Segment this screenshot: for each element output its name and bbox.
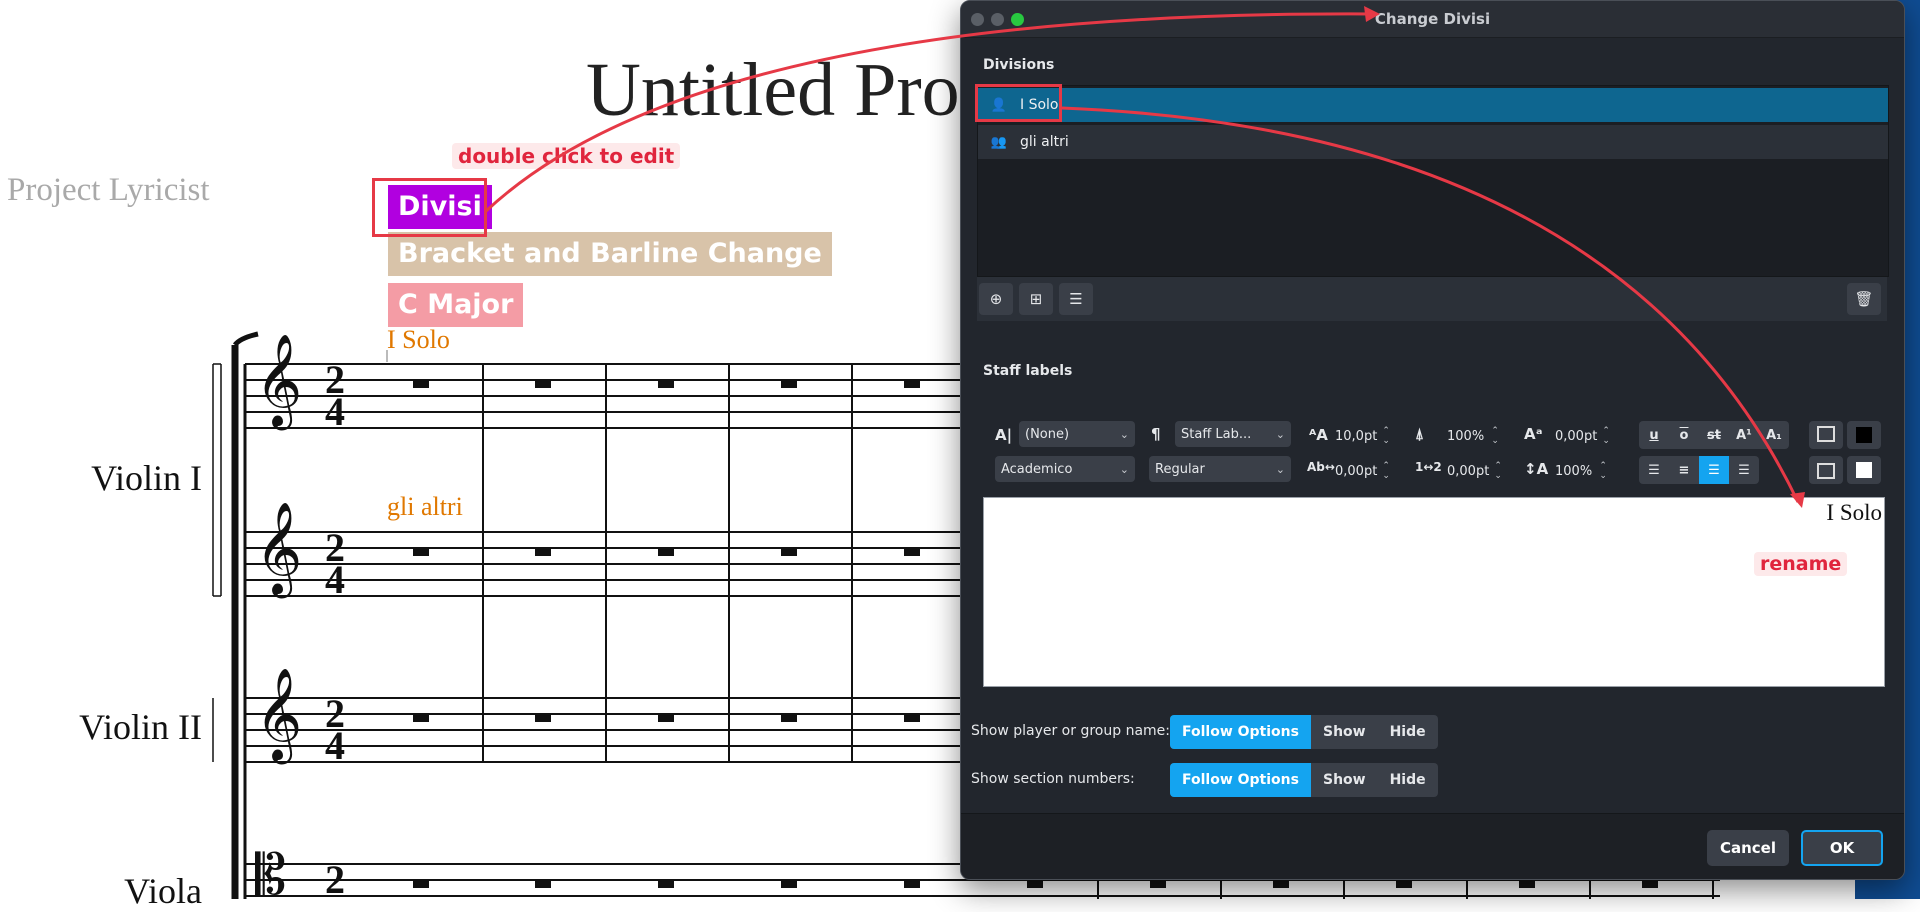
divisions-list: 👤 I Solo 👥 gli altri xyxy=(977,85,1889,277)
font-width-stepper[interactable]: 100% ⌃ ⌄ xyxy=(1447,423,1503,449)
stepper-arrows-icon: ⌃ ⌄ xyxy=(1382,426,1390,446)
delete-division-button[interactable]: 🗑 xyxy=(1847,283,1881,315)
ok-button[interactable]: OK xyxy=(1801,830,1883,866)
division-row-gli-altri[interactable]: 👥 gli altri xyxy=(978,125,1888,159)
show-player-name-label: Show player or group name: xyxy=(971,723,1170,739)
stepper-arrows-icon: ⌃ ⌄ xyxy=(1602,426,1610,446)
alto-clef-icon: 𝄡 xyxy=(255,843,287,908)
show-player-name-toggle: Follow Options Show Hide xyxy=(1170,715,1438,749)
staff-label-editor[interactable]: I Solo xyxy=(983,497,1885,687)
edit-list-button[interactable]: ☰ xyxy=(1059,283,1093,315)
tracking-icon: Ab↔ xyxy=(1307,460,1335,474)
font-width-icon: ⍋ xyxy=(1415,425,1425,443)
divisions-toolbar: ⊕ ⊞ ☰ 🗑 xyxy=(977,277,1887,321)
people-icon: 👥 xyxy=(990,134,1008,150)
cancel-button[interactable]: Cancel xyxy=(1707,830,1789,866)
strikethrough-button[interactable]: st xyxy=(1699,421,1729,449)
show-section-numbers-label: Show section numbers: xyxy=(971,771,1135,787)
chevron-down-icon: ⌄ xyxy=(1119,462,1129,476)
background-color-swatch[interactable] xyxy=(1847,456,1881,484)
follow-options-button[interactable]: Follow Options xyxy=(1170,763,1311,797)
justify-button[interactable]: ☰ xyxy=(1729,456,1759,484)
time-signature: 24 xyxy=(325,357,345,434)
hide-button[interactable]: Hide xyxy=(1378,763,1438,797)
text-color-button[interactable] xyxy=(1809,421,1843,449)
division-name: gli altri xyxy=(1020,134,1069,150)
chevron-down-icon: ⌄ xyxy=(1275,427,1285,441)
overline-button[interactable]: o xyxy=(1669,421,1699,449)
add-group-button[interactable]: ⊞ xyxy=(1019,283,1053,315)
background-color-button[interactable] xyxy=(1809,456,1843,484)
font-size-icon: ᴬA xyxy=(1309,426,1328,444)
hide-button[interactable]: Hide xyxy=(1378,715,1438,749)
trash-icon: 🗑 xyxy=(1854,290,1874,308)
time-signature: 24 xyxy=(325,691,345,768)
time-signature: 2 xyxy=(325,857,345,902)
dialog-titlebar: Change Divisi xyxy=(961,1,1904,38)
treble-clef-icon: 𝄞 xyxy=(255,667,303,760)
text-decoration-buttons: u o st A¹ A₁ xyxy=(1639,421,1789,449)
dialog-footer: Cancel OK xyxy=(961,813,1904,879)
treble-clef-icon: 𝄞 xyxy=(255,333,303,426)
underline-button[interactable]: u xyxy=(1639,421,1669,449)
add-group-icon: ⊞ xyxy=(1029,290,1043,308)
black-color-swatch xyxy=(1856,427,1872,443)
staff-label-text: I Solo xyxy=(1826,500,1882,525)
font-height-icon: ↕A xyxy=(1524,460,1549,478)
text-color-swatch[interactable] xyxy=(1847,421,1881,449)
align-left-button[interactable]: ☰ xyxy=(1639,456,1669,484)
baseline-shift-icon: Aᵃ xyxy=(1524,425,1543,443)
dialog-title: Change Divisi xyxy=(1374,10,1491,28)
stepper-arrows-icon: ⌃ ⌄ xyxy=(1491,426,1499,446)
formatting-row-1: A| (None) ⌄ ¶ Staff Lab... ⌄ ᴬA 10,0pt ⌃ ⌄ ⍋… xyxy=(961,421,1904,451)
list-icon: ☰ xyxy=(1069,290,1083,308)
character-style-select[interactable]: (None) ⌄ xyxy=(1019,421,1135,447)
white-color-swatch xyxy=(1856,462,1872,478)
staff-labels-heading: Staff labels xyxy=(983,363,1073,379)
formatting-row-2: Academico ⌄ Regular ⌄ Ab↔ 0,00pt ⌃ ⌄ 1↔2 0,0… xyxy=(961,456,1904,486)
divisions-heading: Divisions xyxy=(983,57,1055,73)
stepper-arrows-icon: ⌃ ⌄ xyxy=(1494,461,1502,481)
font-family-select[interactable]: Academico ⌄ xyxy=(995,456,1135,482)
font-size-stepper[interactable]: 10,0pt ⌃ ⌄ xyxy=(1335,423,1391,449)
show-button[interactable]: Show xyxy=(1311,763,1378,797)
time-signature: 24 xyxy=(325,525,345,602)
color-layers-icon xyxy=(1817,463,1835,479)
tracking-stepper[interactable]: 0,00pt ⌃ ⌄ xyxy=(1335,458,1391,484)
paragraph-icon: ¶ xyxy=(1151,425,1161,443)
font-weight-select[interactable]: Regular ⌄ xyxy=(1149,456,1291,482)
color-layers-icon xyxy=(1817,426,1835,442)
add-person-icon: ⊕ xyxy=(989,290,1003,308)
baseline-shift-stepper[interactable]: 0,00pt ⌃ ⌄ xyxy=(1555,423,1611,449)
align-center-button[interactable]: ≡ xyxy=(1669,456,1699,484)
add-single-player-button[interactable]: ⊕ xyxy=(979,283,1013,315)
treble-clef-icon: 𝄞 xyxy=(255,501,303,594)
alignment-buttons: ☰ ≡ ☰ ☰ xyxy=(1639,456,1759,484)
subscript-button[interactable]: A₁ xyxy=(1759,421,1789,449)
character-spacing-icon: 1↔2 xyxy=(1415,460,1442,474)
follow-options-button[interactable]: Follow Options xyxy=(1170,715,1311,749)
divisi-highlight-box xyxy=(372,178,487,237)
align-right-button[interactable]: ☰ xyxy=(1699,456,1729,484)
show-button[interactable]: Show xyxy=(1311,715,1378,749)
paragraph-style-select[interactable]: Staff Lab... ⌄ xyxy=(1175,421,1291,447)
i-solo-highlight-box xyxy=(975,84,1062,122)
character-spacing-stepper[interactable]: 0,00pt ⌃ ⌄ xyxy=(1447,458,1503,484)
stepper-arrows-icon: ⌃ ⌄ xyxy=(1599,461,1607,481)
character-style-icon: A| xyxy=(995,426,1013,444)
chevron-down-icon: ⌄ xyxy=(1119,427,1129,441)
change-divisi-dialog: Change Divisi Divisions 👤 I Solo 👥 gli a… xyxy=(960,0,1905,880)
superscript-button[interactable]: A¹ xyxy=(1729,421,1759,449)
font-height-stepper[interactable]: 100% ⌃ ⌄ xyxy=(1555,458,1611,484)
rename-hint: rename xyxy=(1754,552,1848,576)
division-row-i-solo[interactable]: 👤 I Solo xyxy=(978,88,1888,122)
stepper-arrows-icon: ⌃ ⌄ xyxy=(1382,461,1390,481)
chevron-down-icon: ⌄ xyxy=(1275,462,1285,476)
show-section-numbers-toggle: Follow Options Show Hide xyxy=(1170,763,1438,797)
